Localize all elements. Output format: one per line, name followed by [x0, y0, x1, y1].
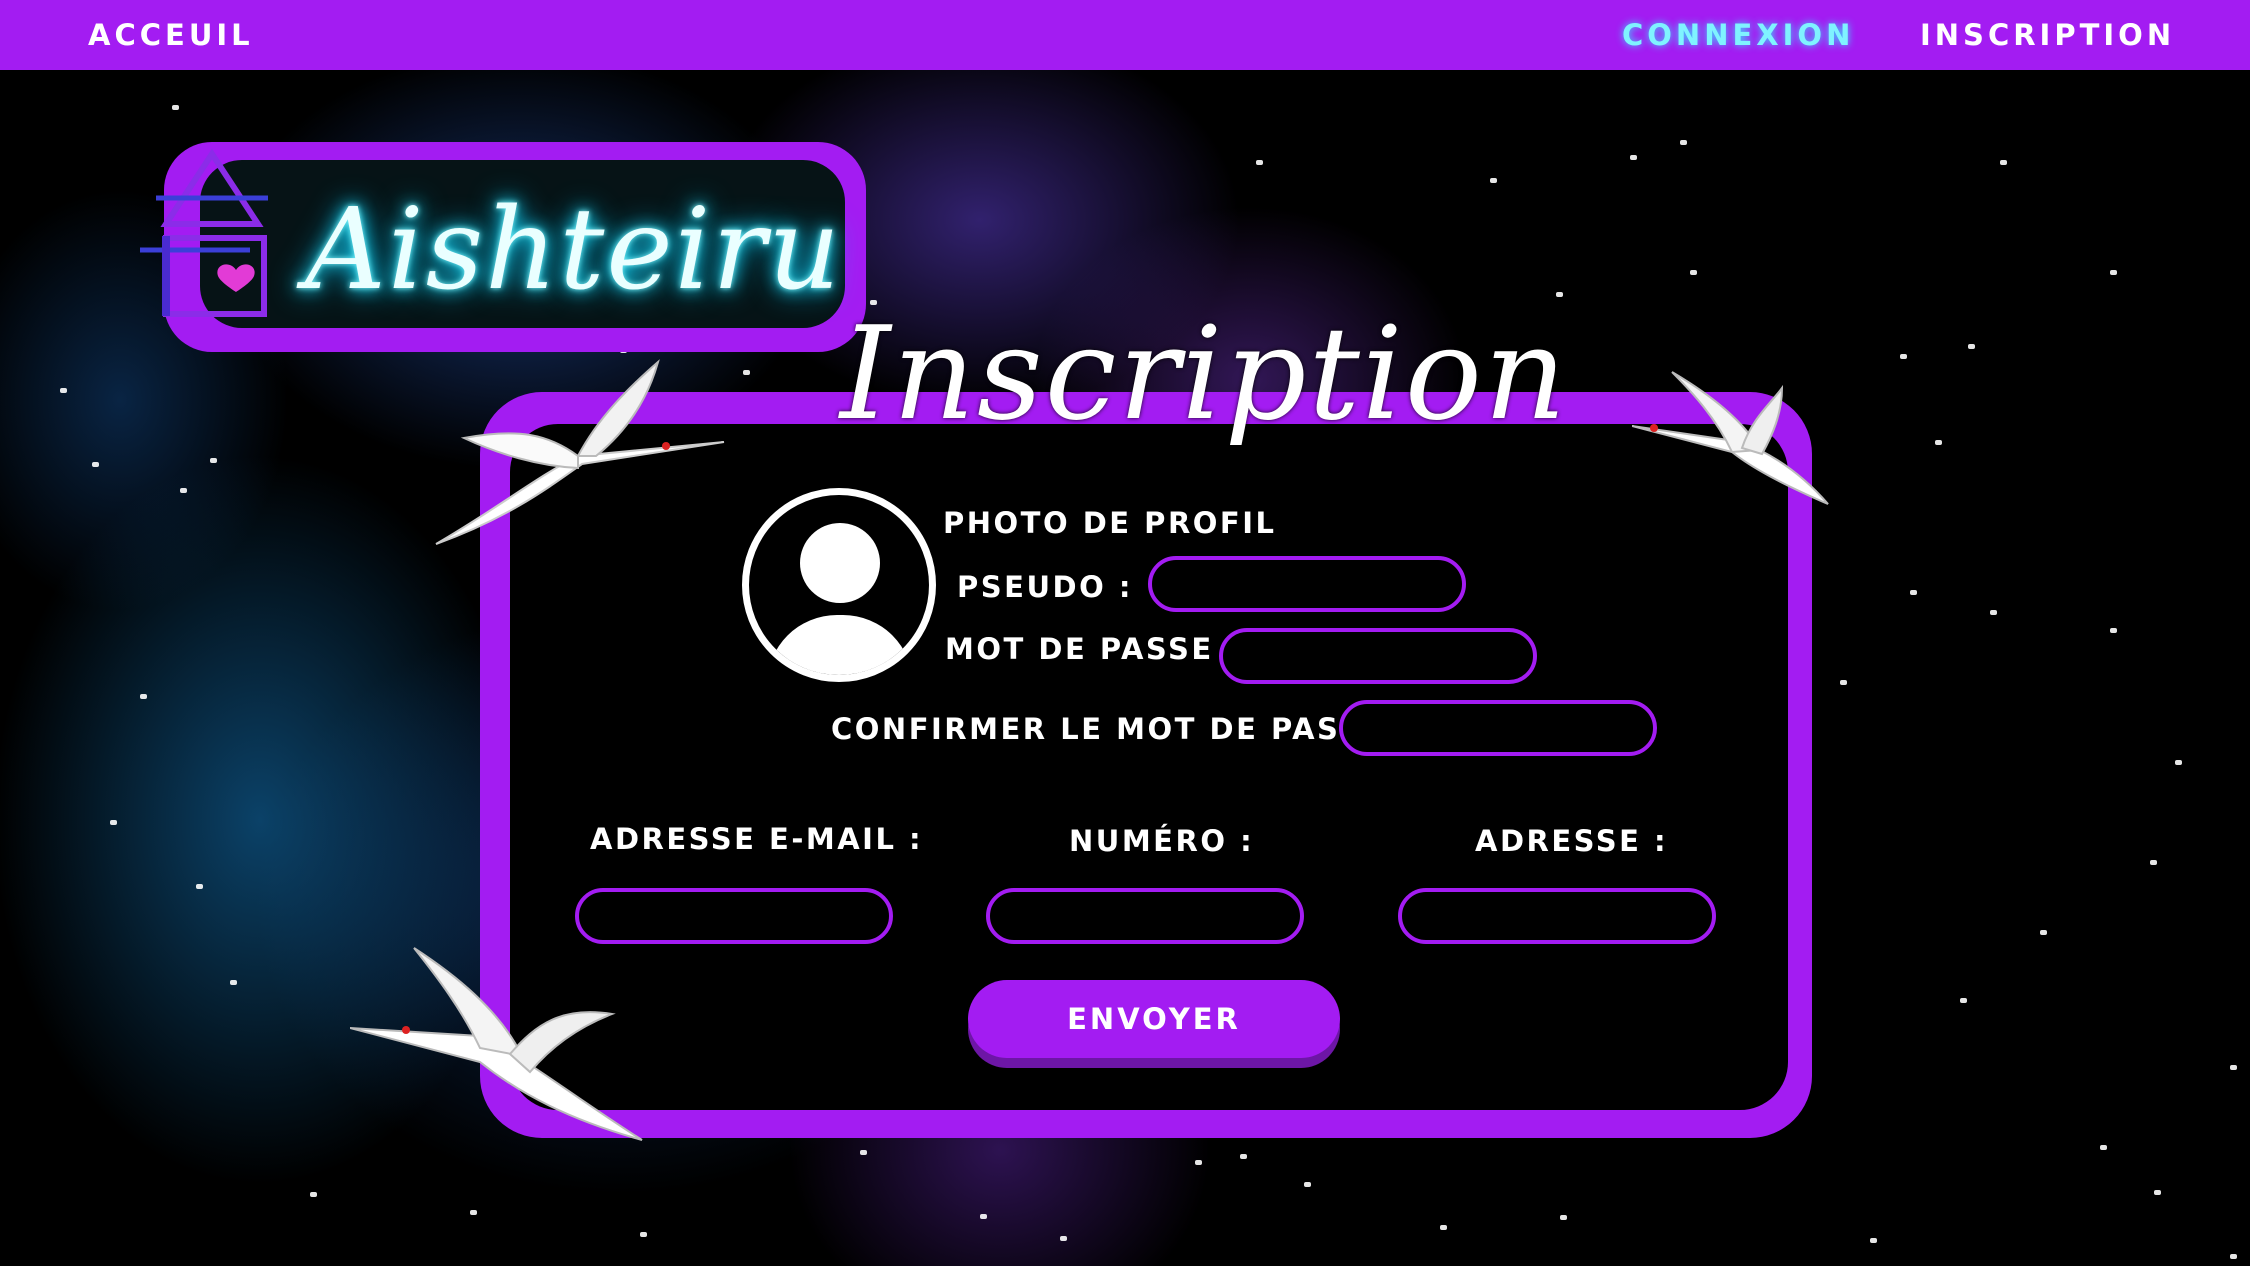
- star-speck: [1195, 1160, 1202, 1165]
- star-speck: [1630, 155, 1637, 160]
- profile-photo-label: PHOTO DE PROFIL: [943, 506, 1277, 540]
- star-speck: [2000, 160, 2007, 165]
- address-label: ADRESSE :: [1475, 824, 1669, 858]
- star-speck: [2230, 1065, 2237, 1070]
- password-field[interactable]: [1219, 628, 1537, 684]
- star-speck: [196, 884, 203, 889]
- star-speck: [180, 488, 187, 493]
- star-speck: [2110, 628, 2117, 633]
- top-navigation-bar: ACCEUIL CONNEXION INSCRIPTION: [0, 0, 2250, 70]
- star-speck: [2230, 1254, 2237, 1259]
- star-speck: [2110, 270, 2117, 275]
- confirm-password-label: CONFIRMER LE MOT DE PASSE: [831, 712, 1385, 746]
- nav-signup-link[interactable]: INSCRIPTION: [1920, 18, 2175, 52]
- profile-photo-upload[interactable]: [742, 488, 936, 682]
- star-speck: [230, 980, 237, 985]
- star-speck: [1900, 354, 1907, 359]
- star-speck: [1910, 590, 1917, 595]
- star-speck: [1060, 1236, 1067, 1241]
- page-title: Inscription: [840, 300, 1569, 449]
- star-speck: [2154, 1190, 2161, 1195]
- house-heart-icon: [140, 148, 268, 317]
- user-avatar-icon: [800, 523, 880, 603]
- star-speck: [1968, 344, 1975, 349]
- username-label: PSEUDO :: [957, 570, 1133, 604]
- address-field[interactable]: [1398, 888, 1716, 944]
- phone-field[interactable]: [986, 888, 1304, 944]
- star-speck: [140, 694, 147, 699]
- star-speck: [1560, 1215, 1567, 1220]
- email-label: ADRESSE E-MAIL :: [590, 822, 924, 856]
- star-speck: [640, 1232, 647, 1237]
- star-speck: [60, 388, 67, 393]
- star-speck: [1240, 1154, 1247, 1159]
- star-speck: [1440, 1225, 1447, 1230]
- star-speck: [1490, 178, 1497, 183]
- star-speck: [2040, 930, 2047, 935]
- star-speck: [1304, 1182, 1311, 1187]
- star-speck: [1870, 1238, 1877, 1243]
- star-speck: [1840, 680, 1847, 685]
- star-speck: [2100, 1145, 2107, 1150]
- password-label: MOT DE PASSE: [945, 632, 1214, 666]
- star-speck: [2150, 860, 2157, 865]
- star-speck: [980, 1214, 987, 1219]
- crane-icon: [435, 359, 725, 545]
- phone-label: NUMÉRO :: [1069, 824, 1255, 858]
- star-speck: [2175, 760, 2182, 765]
- star-speck: [1960, 998, 1967, 1003]
- site-logo[interactable]: Aishteiru: [140, 140, 880, 360]
- star-speck: [860, 1150, 867, 1155]
- star-speck: [310, 1192, 317, 1197]
- star-speck: [1935, 440, 1942, 445]
- star-speck: [172, 105, 179, 110]
- star-speck: [1680, 140, 1687, 145]
- crane-icon: [350, 947, 643, 1141]
- nav-home-link[interactable]: ACCEUIL: [88, 18, 254, 52]
- submit-button[interactable]: ENVOYER: [968, 980, 1340, 1058]
- crane-icon: [1632, 371, 1829, 505]
- star-speck: [92, 462, 99, 467]
- confirm-password-field[interactable]: [1339, 700, 1657, 756]
- email-field[interactable]: [575, 888, 893, 944]
- star-speck: [1990, 610, 1997, 615]
- star-speck: [210, 458, 217, 463]
- star-speck: [470, 1210, 477, 1215]
- star-speck: [1256, 160, 1263, 165]
- star-speck: [1556, 292, 1563, 297]
- username-field[interactable]: [1148, 556, 1466, 612]
- nav-login-link[interactable]: CONNEXION: [1622, 18, 1854, 52]
- logo-wordmark: Aishteiru: [305, 185, 843, 315]
- star-speck: [1690, 270, 1697, 275]
- star-speck: [110, 820, 117, 825]
- star-speck: [743, 370, 750, 375]
